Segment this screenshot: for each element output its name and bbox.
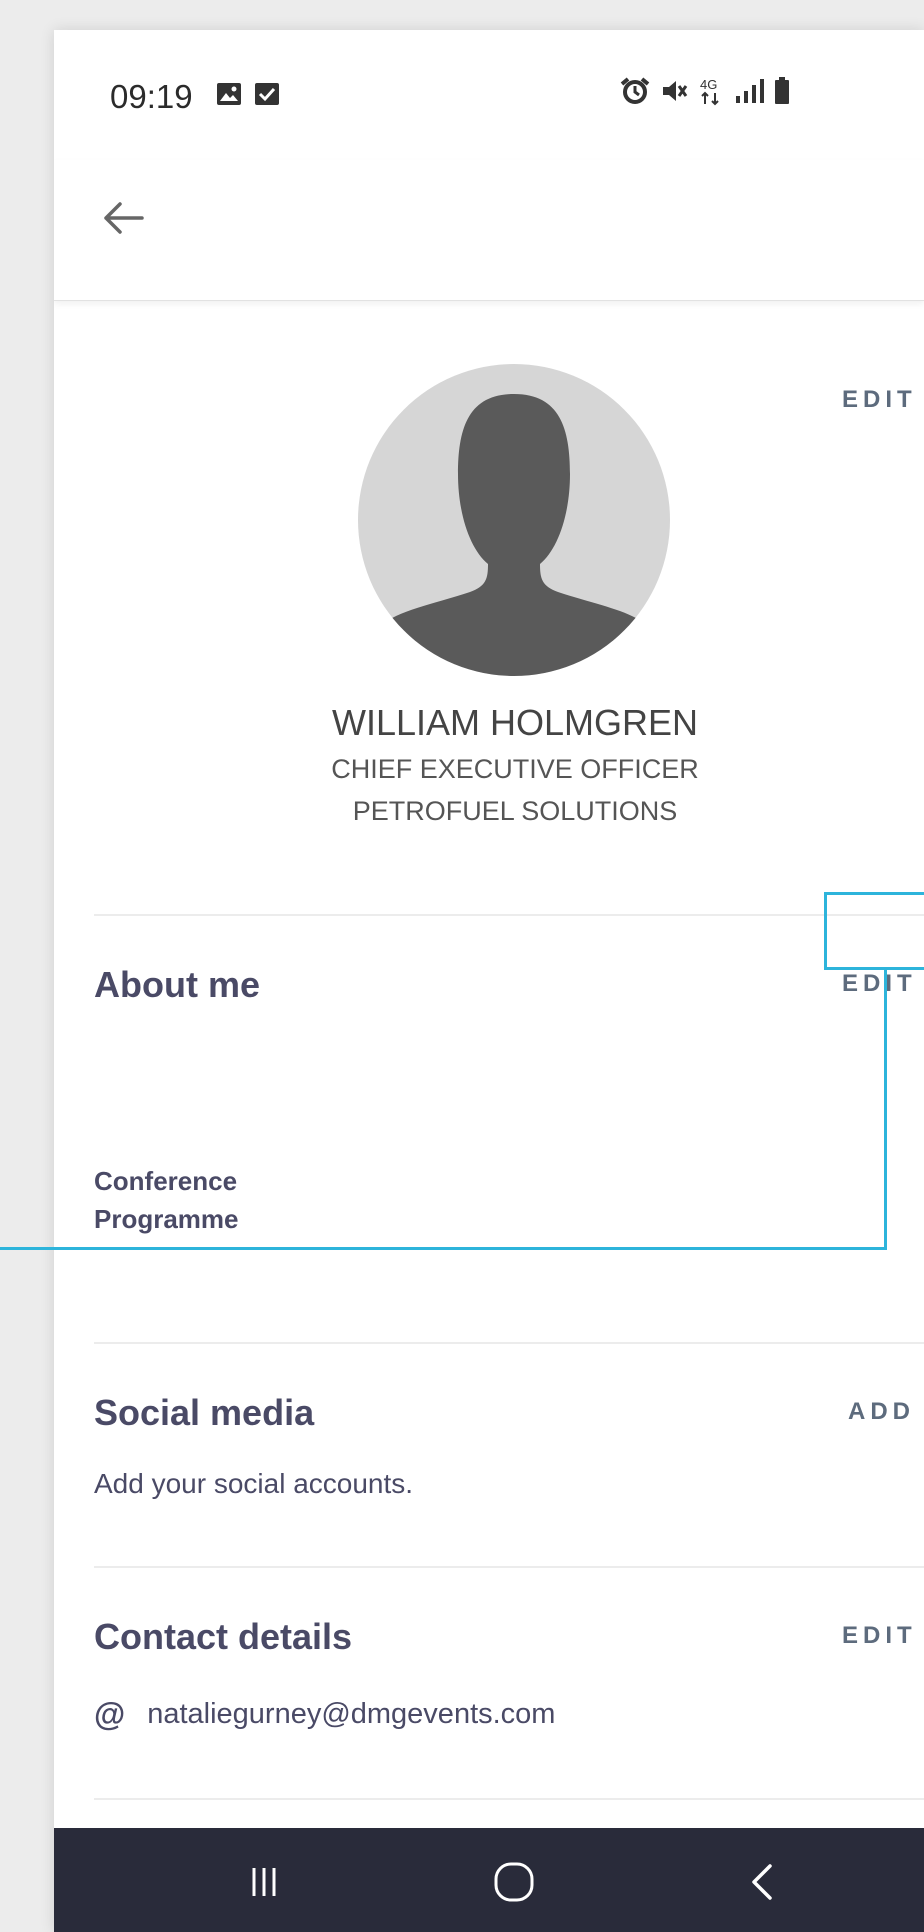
about-me-title: About me [94, 964, 260, 1005]
contact-details-title: Contact details [94, 1616, 353, 1657]
divider [94, 914, 924, 916]
checkbox-icon [255, 83, 279, 105]
mute-icon [663, 81, 688, 101]
image-icon [217, 83, 241, 105]
divider [94, 1342, 924, 1344]
system-nav-bar [54, 1828, 924, 1932]
add-social-button[interactable]: ADD [848, 1398, 915, 1426]
social-media-description: Add your social accounts. [94, 1468, 414, 1499]
profile-company: PETROFUEL SOLUTIONS [352, 796, 678, 826]
divider [94, 1798, 924, 1800]
arrow-left-icon[interactable] [94, 188, 154, 248]
contact-email[interactable]: nataliegurney@dmgevents.com [147, 1698, 555, 1731]
highlight-connector-vertical [884, 970, 887, 1250]
4g-icon: 4G [700, 77, 719, 106]
conference-programme-link[interactable]: Conference Programme [94, 1162, 314, 1238]
app-bar [54, 160, 924, 301]
edit-profile-button[interactable]: EDIT [842, 386, 917, 414]
recent-apps-icon[interactable] [234, 1852, 294, 1912]
network-label: 4G [700, 77, 717, 92]
divider [94, 1566, 924, 1568]
contact-email-row[interactable]: @ nataliegurney@dmgevents.com [94, 1696, 555, 1733]
alarm-icon [620, 77, 650, 104]
battery-icon [775, 77, 789, 104]
home-icon[interactable] [484, 1852, 544, 1912]
status-icons: 4G [620, 76, 790, 106]
status-time: 09:19 [110, 78, 193, 115]
profile-name: WILLIAM HOLMGREN [331, 702, 699, 743]
signal-icon [736, 79, 764, 103]
edit-about-button[interactable]: EDIT [842, 970, 917, 998]
profile-job-title: CHIEF EXECUTIVE OFFICER [331, 754, 699, 784]
status-bar: 09:19 4G [54, 30, 924, 160]
at-icon: @ [94, 1696, 126, 1732]
back-icon[interactable] [734, 1852, 794, 1912]
highlight-connector-horizontal [0, 1247, 887, 1250]
edit-contact-button[interactable]: EDIT [842, 1622, 917, 1650]
phone-screen: 09:19 4G EDIT WILLIAM HOLMGREN CHIEF EXE… [54, 30, 924, 1932]
highlight-callout-box [824, 892, 924, 970]
avatar[interactable] [358, 364, 670, 676]
social-media-title: Social media [94, 1392, 315, 1433]
person-placeholder-icon [376, 394, 652, 676]
